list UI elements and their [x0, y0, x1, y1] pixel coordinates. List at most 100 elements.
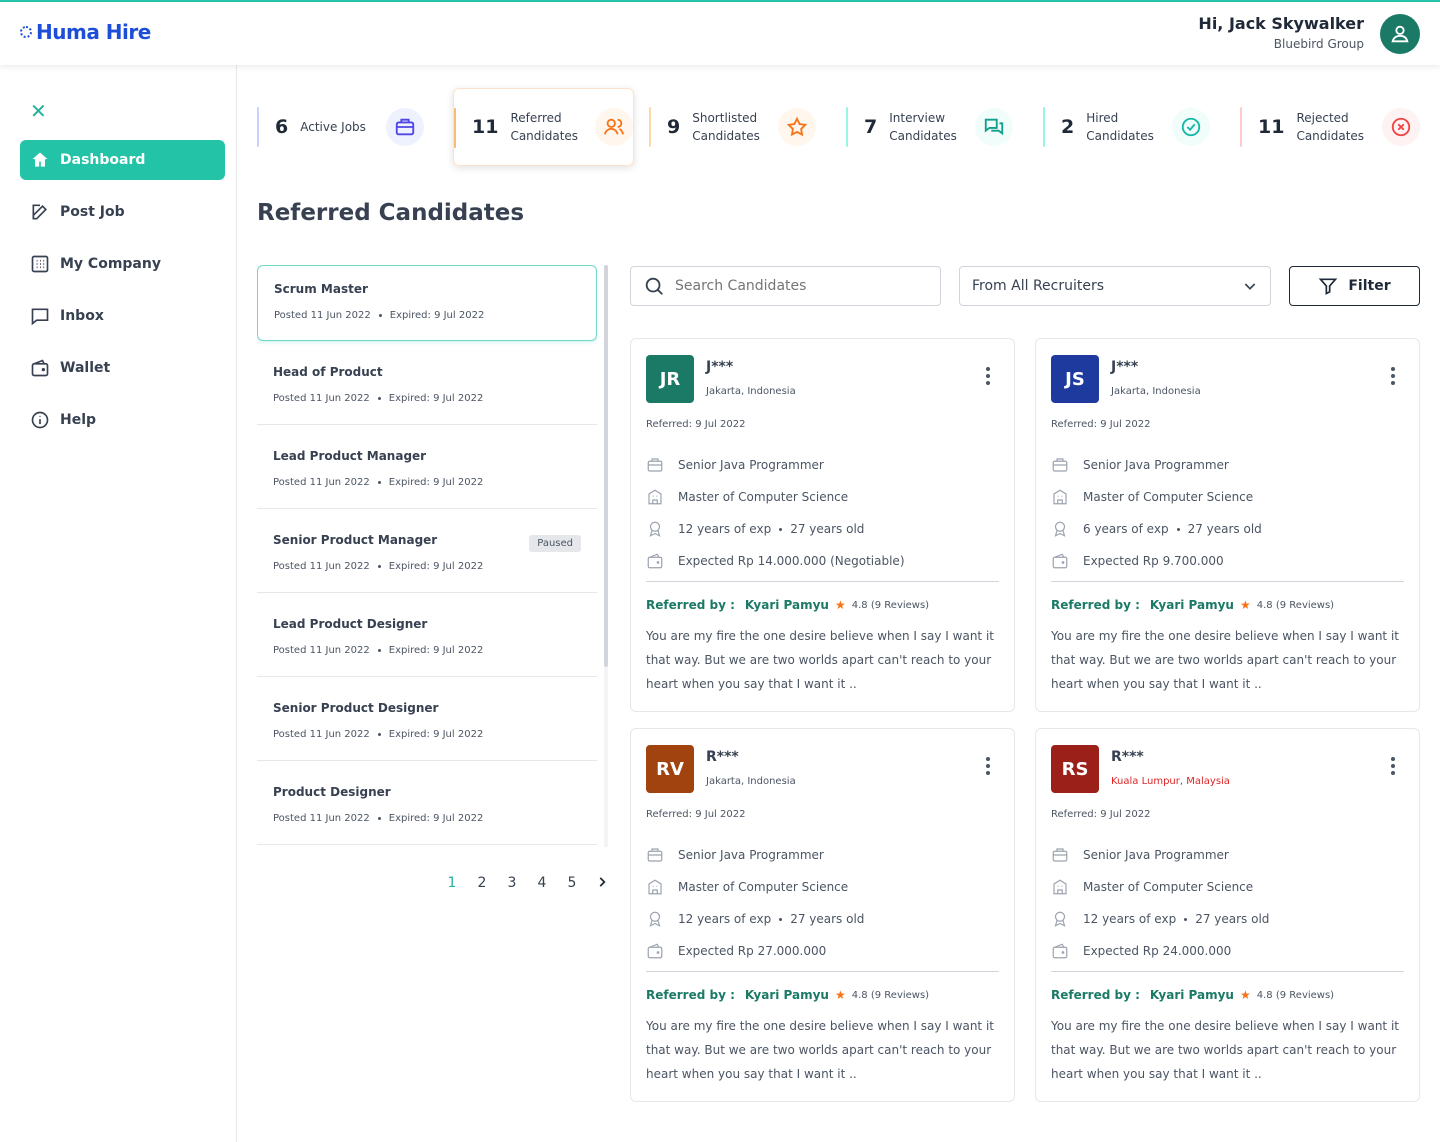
- page-4[interactable]: 4: [527, 875, 557, 893]
- candidate-card[interactable]: JR J*** Jakarta, Indonesia Referred: 9 J…: [630, 338, 1015, 712]
- referral-note: You are my fire the one desire believe w…: [1051, 1019, 1399, 1081]
- stat-shortlisted-candidates[interactable]: 9 Shortlisted Candidates: [649, 88, 834, 166]
- more-options-icon[interactable]: [1391, 757, 1395, 775]
- stat-active-jobs[interactable]: 6 Active Jobs: [257, 88, 442, 166]
- candidate-card[interactable]: RS R*** Kuala Lumpur, Malaysia Referred:…: [1035, 728, 1420, 1102]
- logo[interactable]: Huma Hire: [20, 20, 151, 44]
- referred-by: Referred by : Kyari Pamyu ★ 4.8 (9 Revie…: [1051, 988, 1335, 1002]
- job-item[interactable]: Scrum Master Posted 11 Jun 2022 Expired: …: [257, 265, 597, 341]
- detail-salary: Expected Rp 14.000.000 (Negotiable): [646, 545, 999, 577]
- candidate-initials: JS: [1051, 355, 1099, 403]
- stat-count: 9: [667, 116, 681, 138]
- stat-count: 2: [1061, 116, 1075, 138]
- job-title: Lead Product Manager: [273, 449, 427, 463]
- search-box[interactable]: [630, 266, 941, 306]
- building-icon: [648, 879, 662, 895]
- search-input[interactable]: [675, 278, 915, 294]
- sidebar: ✕ Dashboard Post Job My Company Inbox Wa…: [0, 65, 237, 1142]
- detail-experience: 12 years of exp 27 years old: [1051, 903, 1404, 935]
- referrer-name[interactable]: Kyari Pamyu: [745, 988, 829, 1002]
- scrollbar-thumb[interactable]: [604, 265, 608, 667]
- job-item[interactable]: Lead Product Manager Posted 11 Jun 2022 E…: [257, 433, 597, 509]
- job-item[interactable]: Senior Product Manager Paused Posted 11 …: [257, 517, 597, 593]
- sidebar-item-post-job[interactable]: Post Job: [20, 192, 225, 232]
- job-item[interactable]: Senior Product Designer Posted 11 Jun 20…: [257, 685, 597, 761]
- avatar[interactable]: [1380, 14, 1420, 54]
- detail-salary: Expected Rp 9.700.000: [1051, 545, 1404, 577]
- sidebar-item-dashboard[interactable]: Dashboard: [20, 140, 225, 180]
- job-meta: Posted 11 Jun 2022 Expired: 9 Jul 2022: [273, 813, 484, 824]
- user-icon: [1391, 25, 1409, 43]
- recruiter-select[interactable]: From All Recruiters: [959, 266, 1271, 306]
- stat-label: Interview Candidates: [889, 111, 957, 143]
- stat-interview-candidates[interactable]: 7 Interview Candidates: [846, 88, 1031, 166]
- job-item[interactable]: Head of Product Posted 11 Jun 2022 Expire…: [257, 349, 597, 425]
- detail-position: Senior Java Programmer: [646, 839, 999, 871]
- scrollbar-track: [604, 667, 608, 847]
- detail-salary: Expected Rp 24.000.000: [1051, 935, 1404, 967]
- star-icon: [778, 108, 817, 146]
- recruiter-select-value: From All Recruiters: [972, 278, 1105, 294]
- detail-position: Senior Java Programmer: [1051, 839, 1404, 871]
- wallet-icon: [647, 553, 663, 569]
- sidebar-item-help[interactable]: Help: [20, 400, 225, 440]
- referrer-name[interactable]: Kyari Pamyu: [1150, 988, 1234, 1002]
- logo-text: Huma Hire: [36, 20, 151, 44]
- close-icon[interactable]: ✕: [30, 99, 47, 123]
- referred-date: Referred: 9 Jul 2022: [646, 419, 746, 430]
- star-icon: ★: [834, 988, 846, 1002]
- sidebar-item-label: Post Job: [60, 204, 125, 220]
- referrer-rating: 4.8 (9 Reviews): [1256, 989, 1335, 1001]
- divider: [1051, 971, 1404, 972]
- referred-date: Referred: 9 Jul 2022: [1051, 419, 1151, 430]
- candidate-details: Senior Java Programmer Master of Compute…: [646, 449, 999, 577]
- search-icon: [645, 277, 663, 295]
- sidebar-item-inbox[interactable]: Inbox: [20, 296, 225, 336]
- more-options-icon[interactable]: [1391, 367, 1395, 385]
- more-options-icon[interactable]: [986, 757, 990, 775]
- sidebar-nav: Dashboard Post Job My Company Inbox Wall…: [20, 140, 225, 452]
- chevron-right-icon[interactable]: [587, 875, 617, 893]
- referrer-name[interactable]: Kyari Pamyu: [745, 598, 829, 612]
- candidate-location: Jakarta, Indonesia: [706, 386, 796, 397]
- star-icon: ★: [834, 598, 846, 612]
- building-icon: [648, 489, 662, 505]
- referral-note: You are my fire the one desire believe w…: [646, 629, 994, 691]
- referred-by: Referred by : Kyari Pamyu ★ 4.8 (9 Revie…: [646, 598, 930, 612]
- page-5[interactable]: 5: [557, 875, 587, 893]
- sidebar-item-label: Help: [60, 412, 97, 428]
- briefcase-icon: [647, 848, 663, 862]
- detail-education: Master of Computer Science: [1051, 481, 1404, 513]
- stat-count: 6: [275, 116, 289, 138]
- stat-referred-candidates[interactable]: 11 Referred Candidates: [453, 88, 634, 166]
- stat-count: 7: [864, 116, 878, 138]
- sidebar-item-my-company[interactable]: My Company: [20, 244, 225, 284]
- job-item[interactable]: Lead Product Designer Posted 11 Jun 2022…: [257, 601, 597, 677]
- detail-education: Master of Computer Science: [646, 871, 999, 903]
- wallet-icon: [1052, 553, 1068, 569]
- home-icon: [32, 152, 48, 167]
- referrer-name[interactable]: Kyari Pamyu: [1150, 598, 1234, 612]
- page-2[interactable]: 2: [467, 875, 497, 893]
- stat-hired-candidates[interactable]: 2 Hired Candidates: [1043, 88, 1228, 166]
- page-1[interactable]: 1: [437, 875, 467, 893]
- job-item[interactable]: Product Designer Posted 11 Jun 2022 Expir…: [257, 769, 597, 845]
- detail-education: Master of Computer Science: [1051, 871, 1404, 903]
- stat-label: Rejected Candidates: [1296, 111, 1365, 143]
- more-options-icon[interactable]: [986, 367, 990, 385]
- detail-position: Senior Java Programmer: [646, 449, 999, 481]
- candidate-card[interactable]: RV R*** Jakarta, Indonesia Referred: 9 J…: [630, 728, 1015, 1102]
- sidebar-item-wallet[interactable]: Wallet: [20, 348, 225, 388]
- briefcase-icon: [386, 108, 425, 146]
- referred-by: Referred by : Kyari Pamyu ★ 4.8 (9 Revie…: [1051, 598, 1335, 612]
- user-company: Bluebird Group: [1273, 37, 1364, 51]
- detail-education: Master of Computer Science: [646, 481, 999, 513]
- page-3[interactable]: 3: [497, 875, 527, 893]
- stat-label: Active Jobs: [300, 120, 366, 134]
- pagination: 1 2 3 4 5: [437, 875, 617, 893]
- filter-button[interactable]: Filter: [1289, 266, 1420, 306]
- stat-rejected-candidates[interactable]: 11 Rejected Candidates: [1240, 88, 1420, 166]
- wallet-icon: [31, 359, 49, 377]
- referral-note: You are my fire the one desire believe w…: [1051, 629, 1399, 691]
- candidate-card[interactable]: JS J*** Jakarta, Indonesia Referred: 9 J…: [1035, 338, 1420, 712]
